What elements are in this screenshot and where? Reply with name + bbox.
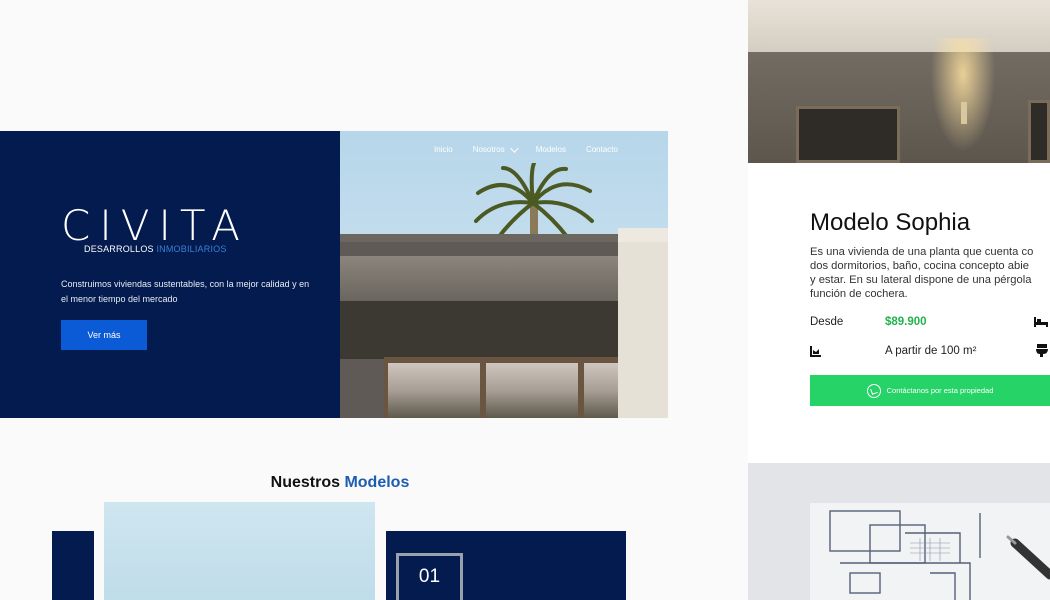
model-number: 01: [418, 566, 441, 587]
nav-item-nosotros[interactable]: Nosotros: [472, 143, 519, 154]
nav-item-inicio[interactable]: Inicio: [434, 145, 453, 154]
building-side-top: [618, 228, 668, 242]
model-description: Es una vivienda de una planta que cuenta…: [810, 246, 1034, 300]
photo-window: [796, 106, 900, 163]
window-pane: [584, 363, 618, 418]
model-number-box: 01: [396, 553, 463, 600]
building-shadow: [340, 301, 618, 359]
photo-ceiling: [748, 0, 1050, 52]
nav-item-modelos[interactable]: Modelos: [536, 145, 566, 154]
area-value: A partir de 100 m²: [885, 345, 977, 357]
photo-window: [1028, 100, 1050, 163]
model-card-edge: [52, 531, 94, 600]
main-nav: Inicio Nosotros Modelos Contacto: [434, 143, 618, 154]
model-card-info[interactable]: 01: [386, 531, 626, 600]
model-card-image[interactable]: [104, 502, 375, 600]
ver-mas-button[interactable]: Ver más: [61, 320, 147, 350]
bed-icon: [1034, 317, 1048, 327]
building-side-wall: [618, 228, 668, 418]
contact-button-label: Contáctanos por esta propiedad: [886, 386, 994, 395]
section-title-main: Nuestros: [270, 474, 340, 491]
contact-whatsapp-button[interactable]: Contáctanos por esta propiedad: [810, 375, 1050, 406]
section-title: Nuestros Modelos: [0, 474, 680, 492]
photo-lamp: [961, 102, 967, 124]
price-value: $89.900: [885, 316, 927, 328]
palm-tree-image: [474, 163, 594, 240]
window-pane: [486, 363, 578, 418]
logo-subtitle-main: DESARROLLOS: [84, 244, 154, 254]
blueprint-image: [810, 503, 1050, 600]
nav-item-contacto[interactable]: Contacto: [586, 145, 618, 154]
building-roof: [340, 234, 630, 242]
model-title: Modelo Sophia: [810, 209, 971, 236]
model-photo: [748, 0, 1050, 163]
logo-subtitle-accent: INMOBILIARIOS: [156, 244, 227, 254]
photo-wall-light: [928, 38, 998, 158]
building-fascia: [340, 256, 630, 301]
toilet-icon: [1036, 344, 1048, 357]
window-pane: [388, 363, 480, 418]
chevron-down-icon: [509, 143, 519, 153]
civita-logo[interactable]: CIVITA: [61, 201, 249, 250]
section-title-accent: Modelos: [344, 474, 410, 491]
price-label: Desde: [810, 316, 844, 328]
logo-subtitle: DESARROLLOS INMOBILIARIOS: [84, 244, 227, 254]
blueprint-drawing: [829, 510, 1050, 600]
hero-image: Inicio Nosotros Modelos Contacto: [340, 131, 668, 418]
hero-tagline: Construimos viviendas sustentables, con …: [61, 279, 310, 304]
hero-section: CIVITA DESARROLLOS INMOBILIARIOS Constru…: [0, 131, 668, 418]
nav-item-nosotros-label: Nosotros: [472, 145, 505, 154]
hero-brand-panel: CIVITA DESARROLLOS INMOBILIARIOS Constru…: [0, 131, 340, 418]
whatsapp-icon: [866, 383, 881, 398]
area-icon: [810, 346, 821, 357]
